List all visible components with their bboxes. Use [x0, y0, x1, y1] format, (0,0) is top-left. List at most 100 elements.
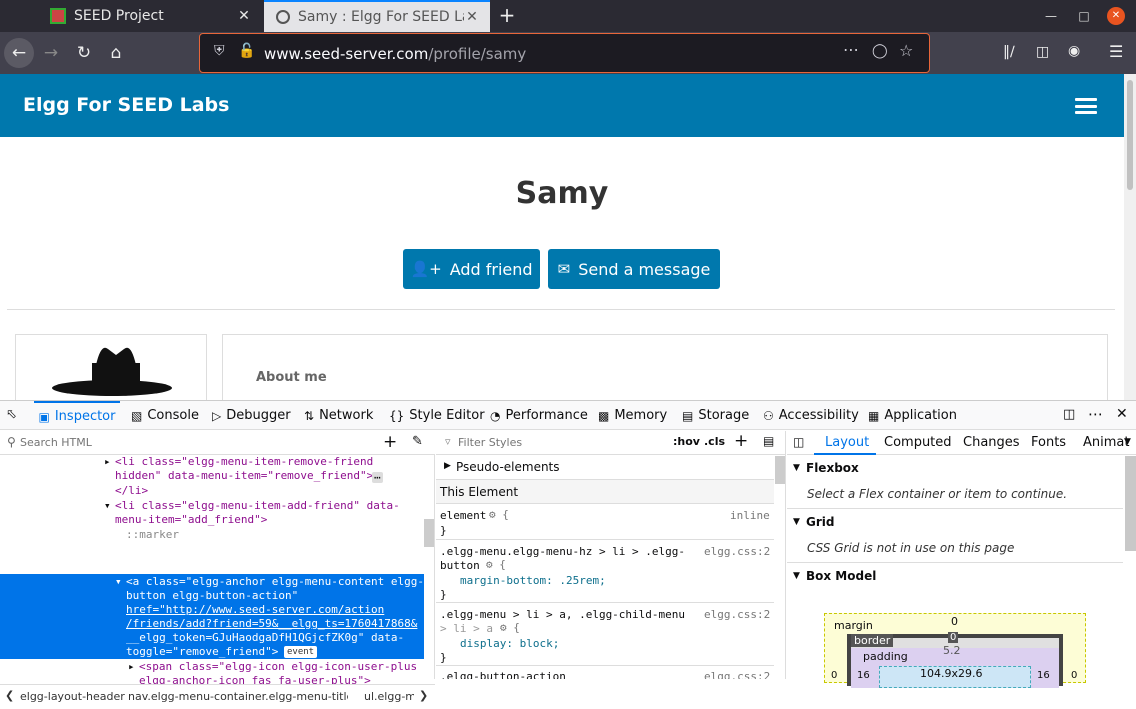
breadcrumb-item[interactable]: elgg-layout-header — [20, 690, 125, 703]
forward-icon[interactable]: → — [36, 38, 66, 68]
grid-heading[interactable]: Grid — [806, 515, 834, 529]
tree-toggle-icon[interactable]: ▾ — [104, 499, 111, 514]
back-icon[interactable]: ← — [4, 38, 34, 68]
collapse-icon[interactable]: ▼ — [793, 517, 800, 527]
maximize-icon[interactable]: □ — [1070, 0, 1098, 32]
rule-menu-anchor[interactable]: .elgg-menu > li > a, .elgg-child-menu el… — [436, 603, 774, 666]
tree-toggle-icon[interactable]: ▾ — [115, 575, 122, 590]
markup-line[interactable]: hidden" data-menu-item="remove_friend"> — [115, 469, 373, 484]
devtools-menu-icon[interactable]: ⋯ — [1088, 405, 1103, 423]
flexbox-heading[interactable]: Flexbox — [806, 461, 859, 475]
gear-icon[interactable]: ⚙ { — [489, 508, 509, 521]
avatar[interactable] — [16, 335, 208, 405]
sidebar-icon[interactable]: ◫ — [1036, 44, 1049, 60]
markup-line[interactable]: </li> — [115, 484, 148, 499]
home-icon[interactable]: ⌂ — [101, 38, 131, 68]
tab-performance[interactable]: ◔ Performance — [490, 401, 588, 430]
margin-right-value[interactable]: 0 — [1071, 670, 1077, 681]
library-icon[interactable]: ‖∕ — [1003, 44, 1015, 60]
hamburger-menu-icon[interactable] — [1075, 98, 1097, 114]
url-text[interactable]: www.seed-server.com/profile/samy — [264, 45, 526, 63]
filter-styles-input[interactable] — [458, 434, 658, 451]
pseudo-elements-section[interactable]: ▶ Pseudo-elements — [436, 455, 774, 480]
menu-icon[interactable]: ☰ — [1109, 42, 1123, 61]
close-window-icon[interactable]: ✕ — [1107, 7, 1125, 25]
dock-icon[interactable]: ◫ — [1063, 407, 1075, 422]
breadcrumb-next-icon[interactable]: ❯ — [419, 689, 428, 702]
gear-icon[interactable]: ⚙ { — [486, 558, 506, 571]
selected-node[interactable]: ▾ <a class="elgg-anchor elgg-menu-conten… — [0, 574, 424, 659]
markup-line[interactable]: <li class="elgg-menu-item-remove-friend — [115, 455, 373, 470]
close-tab-icon[interactable]: ✕ — [464, 9, 480, 25]
tab-debugger[interactable]: ▷ Debugger — [212, 401, 291, 430]
markup-line[interactable]: elgg-anchor-icon fas fa-user-plus"> — [139, 674, 371, 684]
close-devtools-icon[interactable]: ✕ — [1116, 406, 1128, 422]
rule-source[interactable]: inline — [730, 509, 770, 522]
add-node-icon[interactable]: + — [383, 432, 397, 452]
tab-style-editor[interactable]: {} Style Editor — [389, 401, 485, 430]
tree-toggle-icon[interactable]: ▸ — [104, 455, 111, 470]
box-model-border[interactable]: border 0 padding 5.2 16 16 104.9x29.6 — [847, 632, 1063, 688]
padding-top-value[interactable]: 5.2 — [943, 644, 961, 657]
site-title[interactable]: Elgg For SEED Labs — [23, 94, 229, 116]
shield-icon[interactable]: ⛨ — [214, 43, 225, 59]
collapse-icon[interactable]: ▼ — [793, 463, 800, 473]
breadcrumb-item[interactable]: ul.elgg-m — [364, 690, 414, 703]
breadcrumb-prev-icon[interactable]: ❮ — [5, 689, 14, 702]
tab-animations[interactable]: Animat — [1083, 435, 1129, 450]
tab-samy-profile[interactable]: Samy : Elgg For SEED Labs ✕ — [264, 0, 490, 32]
tab-changes[interactable]: Changes — [963, 435, 1020, 450]
search-html-input[interactable] — [20, 434, 360, 451]
collapse-icon[interactable]: ▼ — [793, 571, 800, 581]
close-tab-icon[interactable]: ✕ — [236, 8, 252, 24]
margin-left-value[interactable]: 0 — [831, 670, 837, 681]
border-top-value[interactable]: 0 — [948, 632, 959, 643]
tab-computed[interactable]: Computed — [884, 435, 952, 450]
tab-accessibility[interactable]: ⚇ Accessibility — [763, 401, 859, 430]
scrollbar-thumb[interactable] — [1127, 80, 1133, 190]
toggle-pane-icon[interactable]: ◫ — [793, 435, 804, 449]
page-scrollbar[interactable] — [1124, 74, 1136, 400]
minimize-icon[interactable]: — — [1037, 0, 1065, 32]
tab-overflow-icon[interactable] — [10, 8, 26, 24]
rule-source[interactable]: elgg.css:2 — [704, 545, 770, 558]
markup-line[interactable]: menu-item="add_friend"> — [115, 513, 267, 528]
hov-toggle[interactable]: :hov — [673, 435, 700, 448]
tab-storage[interactable]: ▤ Storage — [682, 401, 749, 430]
add-rule-icon[interactable]: + — [734, 431, 748, 451]
new-tab-button[interactable]: + — [496, 4, 518, 26]
pick-element-icon[interactable]: ⬁ — [6, 407, 17, 422]
gear-icon[interactable]: ⚙ { — [500, 621, 520, 634]
insecure-lock-icon[interactable]: 🔓 — [238, 43, 255, 59]
rule-button-action[interactable]: .elgg-button-action elgg.css:2 — [436, 666, 774, 679]
eyedropper-icon[interactable]: ✎ — [412, 434, 423, 449]
tab-console[interactable]: ▧ Console — [131, 401, 199, 430]
box-model-heading[interactable]: Box Model — [806, 569, 876, 583]
rule-source[interactable]: elgg.css:2 — [704, 608, 771, 621]
rule-element[interactable]: element ⚙ { inline } — [436, 504, 774, 540]
tab-network[interactable]: ⇅ Network — [304, 401, 373, 430]
cls-toggle[interactable]: .cls — [704, 435, 725, 448]
bookmark-star-icon[interactable]: ☆ — [899, 41, 913, 60]
padding-left-value[interactable]: 16 — [857, 670, 870, 681]
tab-inspector[interactable]: ▣ Inspector — [34, 401, 120, 430]
rule-property[interactable]: display: block; — [460, 637, 559, 650]
send-message-button[interactable]: ✉ Send a message — [548, 249, 720, 289]
markup-line[interactable]: <li class="elgg-menu-item-add-friend" da… — [115, 499, 400, 514]
page-actions-icon[interactable]: ⋯ — [843, 40, 859, 59]
tree-toggle-icon[interactable]: ▸ — [128, 660, 135, 675]
rule-menu-hz[interactable]: .elgg-menu.elgg-menu-hz > li > .elgg- el… — [436, 540, 774, 603]
print-simulation-icon[interactable]: ▤ — [763, 434, 774, 448]
markup-scrollbar[interactable] — [424, 519, 434, 547]
event-badge[interactable]: event — [284, 646, 318, 658]
box-model-margin[interactable]: margin 0 0 0 border 0 padding 5.2 16 16 … — [824, 613, 1086, 688]
pocket-icon[interactable]: ◯ — [872, 43, 888, 59]
tab-fonts[interactable]: Fonts — [1031, 435, 1066, 450]
url-bar[interactable]: ⛨ 🔓 www.seed-server.com/profile/samy ⋯ ◯… — [199, 33, 930, 73]
tab-seed-project[interactable]: SEED Project ✕ — [38, 0, 262, 32]
chevron-down-icon[interactable]: ▼ — [1124, 437, 1131, 447]
markup-line[interactable]: <span class="elgg-icon elgg-icon-user-pl… — [139, 660, 417, 675]
rules-scrollbar[interactable] — [775, 456, 785, 484]
tab-memory[interactable]: ▩ Memory — [598, 401, 667, 430]
tab-layout[interactable]: Layout — [825, 435, 869, 450]
